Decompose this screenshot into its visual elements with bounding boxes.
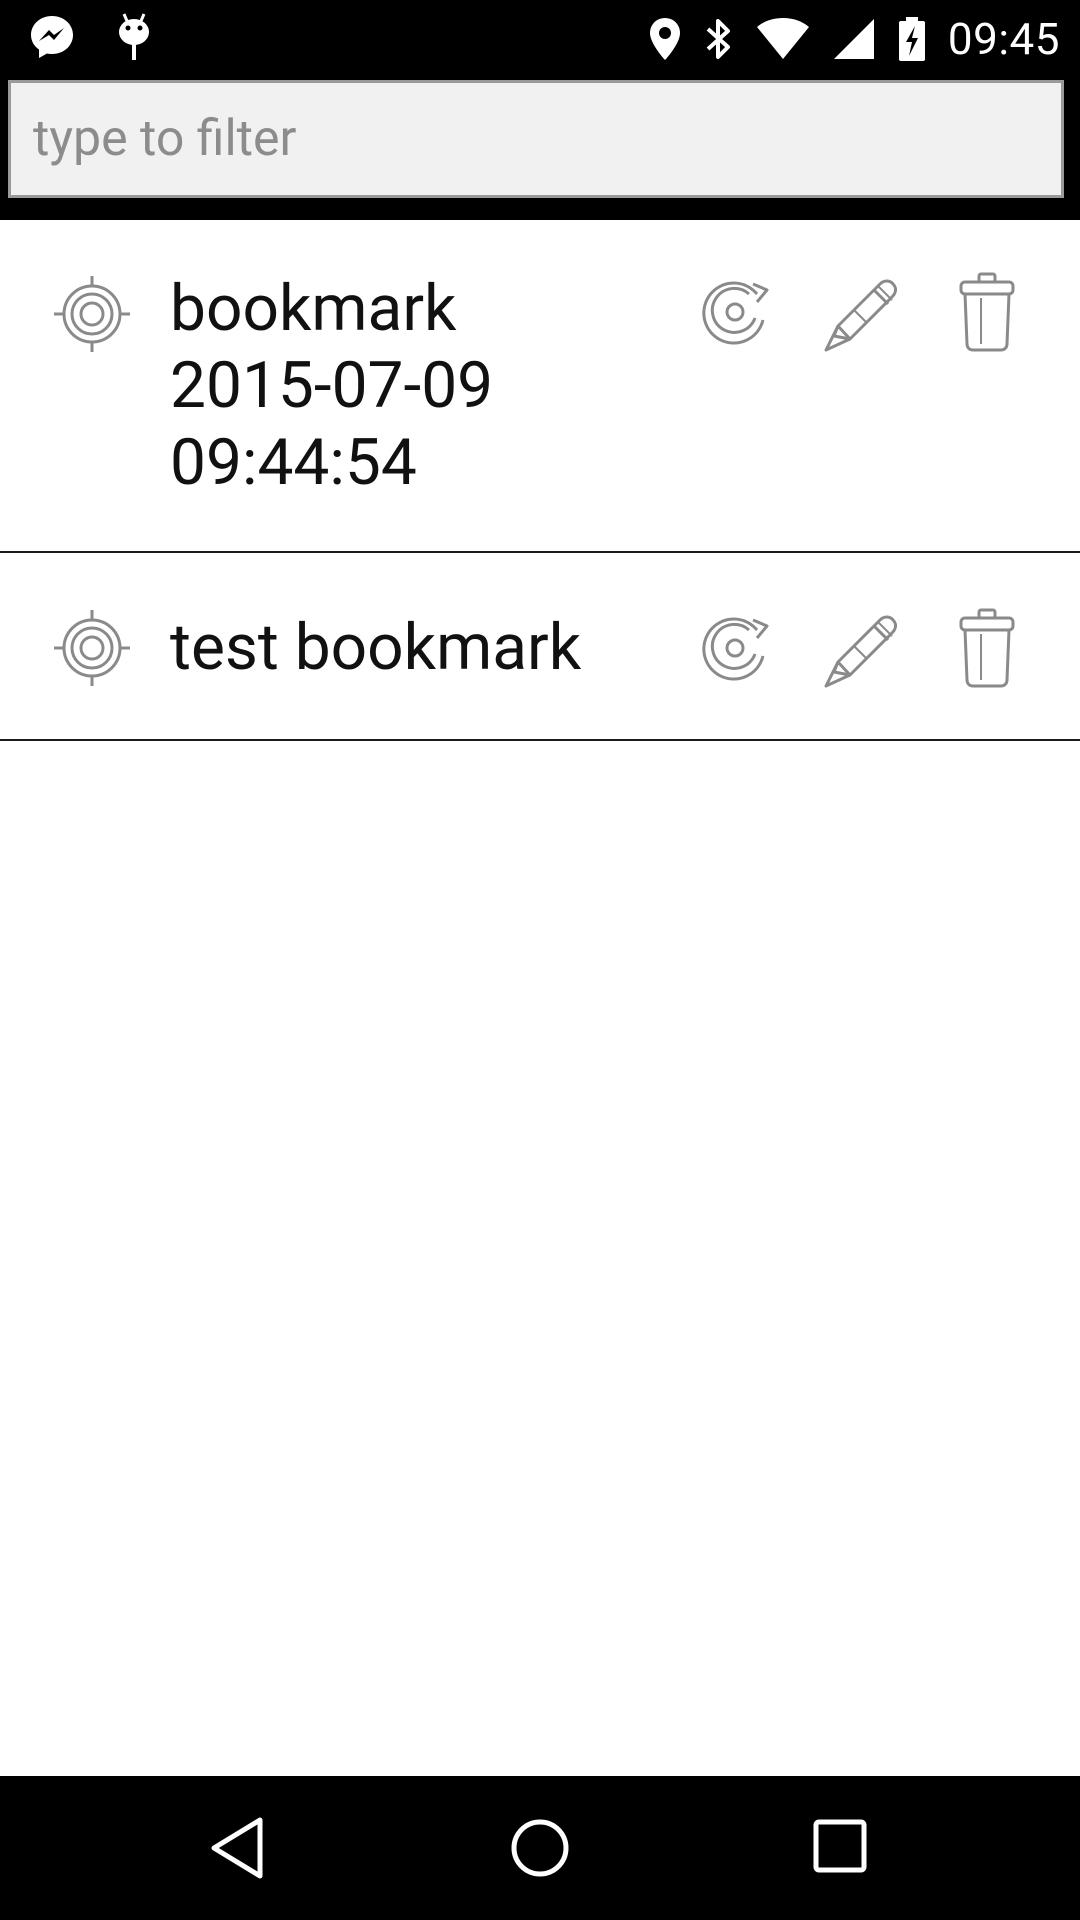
status-bar: 09:45	[0, 0, 1080, 78]
recents-icon[interactable]	[812, 1818, 868, 1878]
signal-icon	[832, 17, 876, 61]
bluetooth-icon	[704, 16, 734, 62]
filter-input[interactable]	[8, 80, 1064, 198]
home-icon[interactable]	[508, 1816, 572, 1884]
delete-icon[interactable]	[955, 272, 1019, 352]
refresh-icon[interactable]	[695, 608, 775, 688]
messenger-icon	[28, 13, 76, 61]
bookmark-title: bookmark 2015-07-09 09:44:54	[170, 271, 494, 500]
filter-bar	[0, 78, 1080, 220]
location-icon	[648, 16, 682, 62]
bookmark-title: test bookmark	[170, 610, 582, 685]
battery-charging-icon	[898, 16, 926, 62]
bookmark-list: bookmark 2015-07-09 09:44:54 test bookma…	[0, 220, 1080, 741]
refresh-icon[interactable]	[695, 272, 775, 352]
status-time: 09:45	[947, 13, 1060, 65]
back-icon[interactable]	[208, 1816, 268, 1884]
list-item[interactable]: test bookmark	[0, 553, 1080, 741]
navigation-bar	[0, 1776, 1080, 1920]
android-debug-icon	[114, 12, 154, 62]
delete-icon[interactable]	[955, 608, 1019, 688]
edit-icon[interactable]	[818, 606, 902, 690]
list-item[interactable]: bookmark 2015-07-09 09:44:54	[0, 220, 1080, 553]
edit-icon[interactable]	[818, 270, 902, 354]
target-icon[interactable]	[52, 274, 132, 358]
wifi-icon	[756, 17, 810, 61]
target-icon[interactable]	[52, 608, 132, 692]
